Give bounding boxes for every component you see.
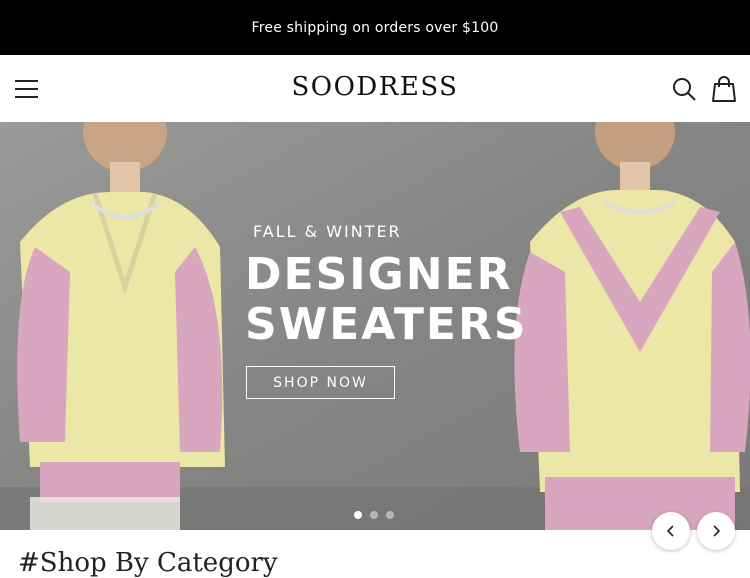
search-icon [673, 78, 696, 101]
carousel-dots [354, 511, 394, 519]
site-header: SOODRESS [0, 55, 750, 122]
carousel-dot-1[interactable] [354, 511, 362, 519]
section-title: #Shop By Category [18, 548, 278, 578]
carousel-dot-2[interactable] [370, 511, 378, 519]
chevron-right-icon [713, 525, 721, 537]
announcement-bar: Free shipping on orders over $100 [0, 0, 750, 55]
carousel-next-button[interactable] [697, 512, 735, 550]
carousel-dot-3[interactable] [386, 511, 394, 519]
site-logo[interactable]: SOODRESS [0, 72, 750, 102]
carousel-prev-button[interactable] [652, 512, 690, 550]
shopping-bag-icon [712, 76, 736, 102]
chevron-left-icon [666, 525, 674, 537]
announcement-text: Free shipping on orders over $100 [251, 19, 499, 36]
hero-banner[interactable]: FALL & WINTER DESIGNER SWEATERS SHOP NOW [0, 122, 750, 530]
shop-now-button[interactable]: SHOP NOW [246, 366, 395, 399]
hero-title: DESIGNER SWEATERS [245, 250, 528, 350]
hero-title-line1: DESIGNER [245, 249, 513, 300]
hero-eyebrow: FALL & WINTER [253, 222, 402, 241]
search-button[interactable] [670, 75, 698, 103]
hero-title-line2: SWEATERS [245, 299, 528, 350]
cart-button[interactable] [710, 75, 738, 103]
